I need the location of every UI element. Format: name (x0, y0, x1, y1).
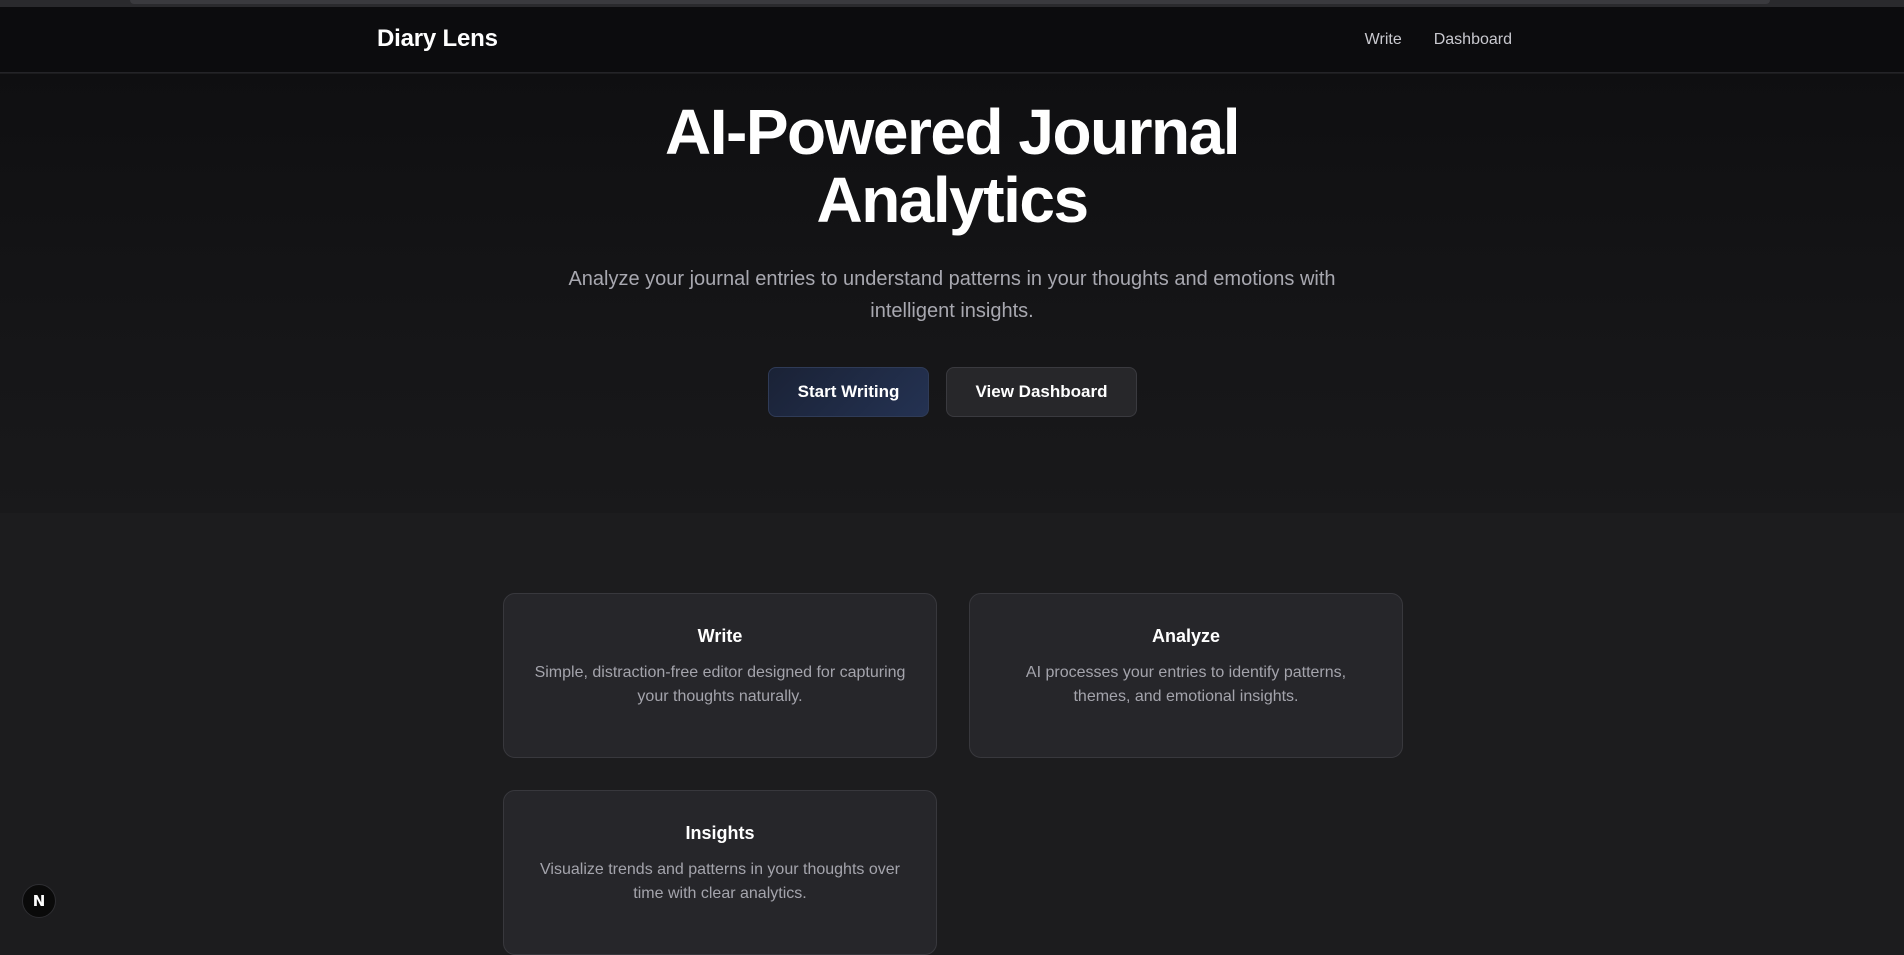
view-dashboard-button[interactable]: View Dashboard (946, 367, 1137, 417)
nav-links: Write Dashboard (1365, 31, 1512, 49)
feature-card-analyze: Analyze AI processes your entries to ide… (969, 593, 1403, 758)
browser-top-strip (0, 0, 1904, 7)
hero-section: AI-Powered Journal Analytics Analyze you… (0, 74, 1904, 513)
hero-subtitle: Analyze your journal entries to understa… (568, 268, 1336, 322)
feature-card-title: Analyze (1151, 626, 1221, 646)
nav-link-dashboard[interactable]: Dashboard (1434, 31, 1512, 49)
nextjs-glyph: N (32, 892, 46, 910)
feature-card-insights: Insights Visualize trends and patterns i… (503, 790, 937, 955)
feature-card-title: Insights (685, 823, 755, 843)
feature-card-description: Visualize trends and patterns in your th… (540, 861, 900, 902)
brand-logo[interactable]: Diary Lens (377, 25, 498, 53)
browser-top-strip-inner (130, 0, 1770, 4)
feature-card-write: Write Simple, distraction-free editor de… (503, 593, 937, 758)
hero-title-line-1: AI-Powered Journal (665, 96, 1241, 168)
feature-card-title: Write (697, 626, 743, 646)
nextjs-icon[interactable]: N (22, 884, 56, 918)
top-navbar: Diary Lens Write Dashboard (0, 7, 1904, 73)
start-writing-button[interactable]: Start Writing (768, 367, 929, 417)
feature-card-description: AI processes your entries to identify pa… (1025, 664, 1347, 705)
hero-title: AI-Powered Journal Analytics (0, 98, 1904, 234)
features-section: Write Simple, distraction-free editor de… (0, 513, 1904, 955)
feature-card-description: Simple, distraction-free editor designed… (534, 664, 906, 705)
hero-title-line-2: Analytics (816, 164, 1089, 236)
nav-link-write[interactable]: Write (1365, 31, 1402, 49)
